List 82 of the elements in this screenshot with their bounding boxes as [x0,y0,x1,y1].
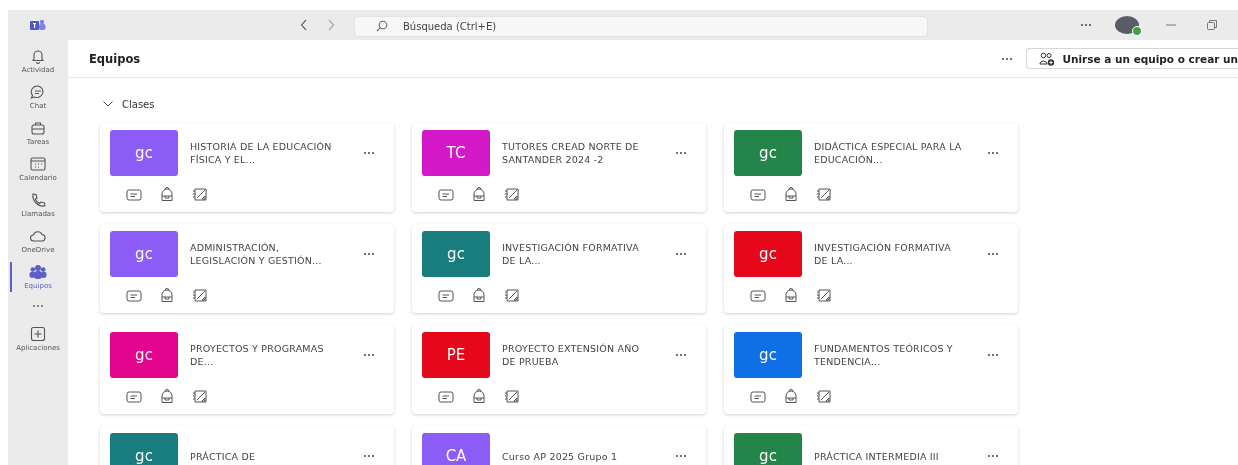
backpack-icon[interactable] [472,389,486,404]
assignment-icon[interactable] [504,288,521,303]
team-card[interactable]: gc FUNDAMENTOS TEÓRICOS Y TENDENCIA... [724,325,1018,414]
backpack-icon[interactable] [160,187,174,202]
team-avatar: gc [734,231,802,277]
team-card[interactable]: gc PRÁCTICA DE [100,426,394,465]
team-card[interactable]: gc PRÁCTICA INTERMEDIA III [724,426,1018,465]
team-name: TUTORES CREAD NORTE DE SANTANDER 2024 -2 [502,140,640,166]
backpack-icon[interactable] [160,288,174,303]
chevron-icon [103,101,113,107]
team-avatar: gc [734,433,802,465]
team-name: PRÁCTICA INTERMEDIA III [814,449,940,463]
team-name: Curso AP 2025 Grupo 1 [502,449,619,463]
team-card[interactable]: TC TUTORES CREAD NORTE DE SANTANDER 2024 -2 [412,123,706,212]
posts-icon[interactable] [126,389,142,404]
posts-icon[interactable] [750,389,766,404]
plus-square-icon [29,326,47,342]
posts-icon[interactable] [126,288,142,303]
avatar[interactable] [1115,16,1139,34]
assignment-icon[interactable] [192,187,209,202]
team-name: HISTORIA DE LA EDUCACIÓN FÍSICA Y EL... [190,140,333,166]
team-name: ADMINISTRACIÓN, LEGISLACIÓN Y GESTIÓN... [190,241,323,267]
teams-logo-icon [30,19,46,31]
assignment-icon[interactable] [192,389,209,404]
team-card[interactable]: CA Curso AP 2025 Grupo 1 [412,426,706,465]
team-card[interactable]: gc HISTORIA DE LA EDUCACIÓN FÍSICA Y EL... [100,123,394,212]
team-avatar: gc [734,332,802,378]
team-name: INVESTIGACIÓN FORMATIVA DE LA... [814,241,952,267]
search-field[interactable]: Búsqueda (Ctrl+E) [354,15,928,37]
team-avatar: gc [734,130,802,176]
team-avatar: TC [422,130,490,176]
posts-icon[interactable] [438,187,454,202]
page-title: Equipos [89,51,142,66]
team-avatar: gc [110,231,178,277]
calendar-icon [29,156,47,172]
add-people-icon [1039,51,1056,66]
assignment-icon[interactable] [504,187,521,202]
team-card[interactable]: PE PROYECTO EXTENSIÓN AÑO DE PRUEBA [412,325,706,414]
posts-icon[interactable] [750,187,766,202]
team-card[interactable]: gc INVESTIGACIÓN FORMATIVA DE LA... [412,224,706,313]
search-icon [376,19,388,32]
assignment-icon[interactable] [816,389,833,404]
backpack-icon[interactable] [160,389,174,404]
section-toggle[interactable]: Clases [103,96,1238,112]
backpack-icon[interactable] [472,187,486,202]
cloud-icon [29,228,47,244]
team-avatar: gc [110,433,178,465]
posts-icon[interactable] [438,389,454,404]
backpack-icon[interactable] [784,288,798,303]
team-card[interactable]: gc PROYECTOS Y PROGRAMAS DE... [100,325,394,414]
team-card[interactable]: gc DIDÁCTICA ESPECIAL PARA LA EDUCACIÓN... [724,123,1018,212]
restore-icon[interactable] [1207,20,1217,30]
backpack-icon[interactable] [472,288,486,303]
team-card[interactable]: gc ADMINISTRACIÓN, LEGISLACIÓN Y GESTIÓN... [100,224,394,313]
chat-icon [29,84,47,100]
team-name: FUNDAMENTOS TEÓRICOS Y TENDENCIA... [814,342,954,368]
team-avatar: gc [422,231,490,277]
backpack-icon[interactable] [784,389,798,404]
team-name: PROYECTO EXTENSIÓN AÑO DE PRUEBA [502,342,641,368]
team-name: PROYECTOS Y PROGRAMAS DE... [190,342,325,368]
team-avatar: PE [422,332,490,378]
team-avatar: CA [422,433,490,465]
join-team-button[interactable]: Unirse a un equipo o crear un [1026,48,1238,69]
team-avatar: gc [110,332,178,378]
back-icon[interactable] [300,19,308,31]
bell-icon [29,48,47,64]
assignment-icon[interactable] [504,389,521,404]
team-card[interactable]: gc INVESTIGACIÓN FORMATIVA DE LA... [724,224,1018,313]
posts-icon[interactable] [126,187,142,202]
people-icon [29,264,47,280]
team-name: PRÁCTICA DE [190,449,257,463]
assignment-icon[interactable] [816,288,833,303]
phone-icon [29,192,47,208]
team-name: INVESTIGACIÓN FORMATIVA DE LA... [502,241,640,267]
team-name: DIDÁCTICA ESPECIAL PARA LA EDUCACIÓN... [814,140,963,166]
assignment-icon[interactable] [192,288,209,303]
briefcase-icon [29,120,47,136]
assignment-icon[interactable] [816,187,833,202]
team-avatar: gc [110,130,178,176]
posts-icon[interactable] [438,288,454,303]
posts-icon[interactable] [750,288,766,303]
backpack-icon[interactable] [784,187,798,202]
